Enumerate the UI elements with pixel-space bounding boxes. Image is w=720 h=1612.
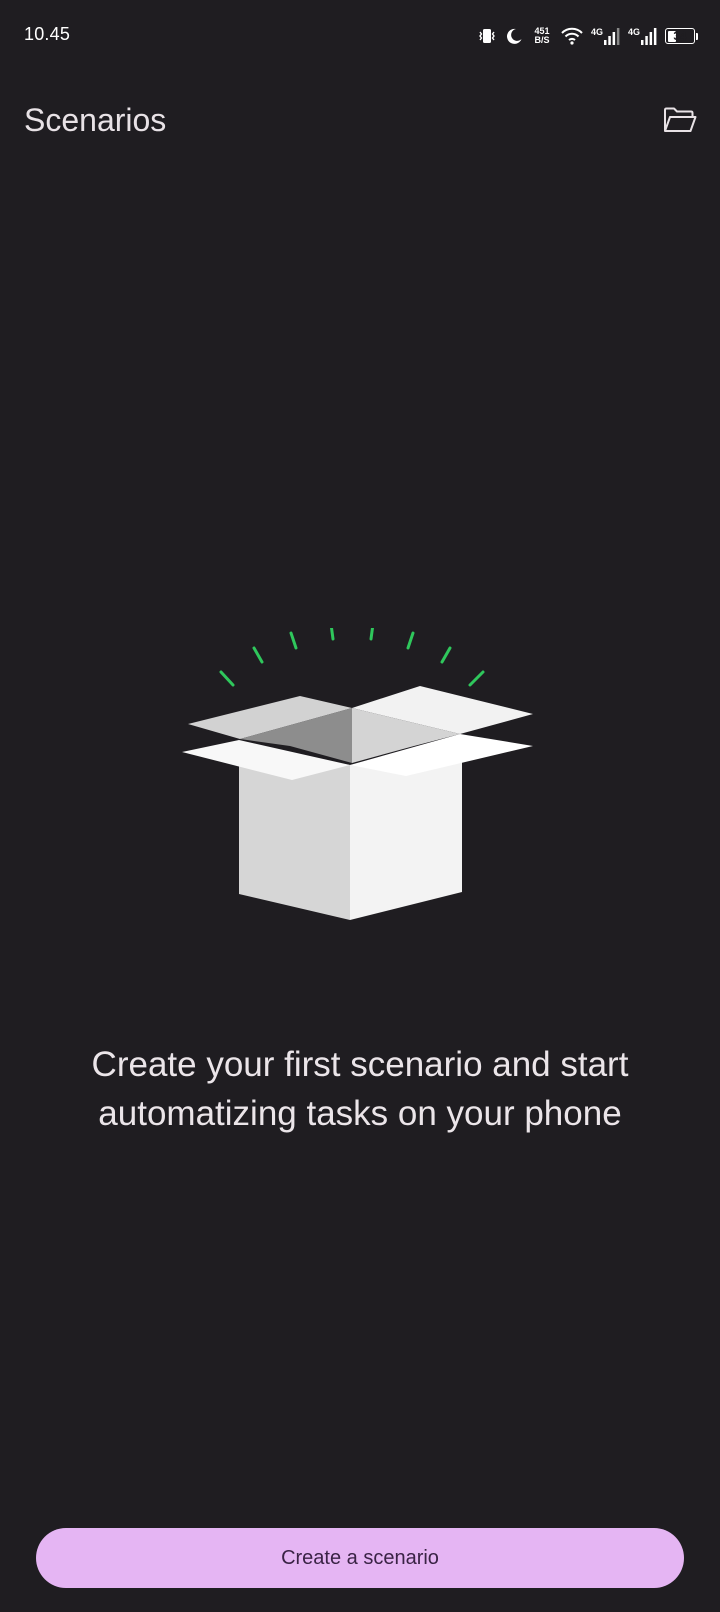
battery-icon: 34 — [665, 28, 698, 44]
sim2-signal: 4G — [628, 27, 657, 45]
folder-open-icon — [663, 106, 697, 139]
page-title: Scenarios — [24, 102, 167, 138]
open-folder-button[interactable] — [656, 98, 704, 146]
top-app-bar: Scenarios — [0, 86, 720, 158]
sparkle-rays — [219, 622, 485, 687]
sim1-signal: 4G — [591, 27, 620, 45]
empty-state-message: Create your first scenario and start aut… — [91, 1045, 629, 1133]
battery-body: 34 — [665, 28, 695, 44]
status-time: 10.45 — [24, 24, 71, 44]
net-speed-unit: B/S — [534, 35, 550, 45]
sim2-network-label: 4G — [627, 27, 640, 37]
vibrate-icon — [477, 26, 497, 46]
battery-nub — [696, 32, 698, 40]
moon-icon — [505, 27, 523, 45]
signal-icon — [603, 27, 620, 45]
status-icons: 451 B/S 4G 4G 34 — [477, 22, 698, 50]
signal-icon — [641, 27, 657, 45]
status-bar: 10.45 451 B/S 4G 4G 34 — [0, 0, 720, 72]
screen: 10.45 451 B/S 4G 4G 34 Scenarios Create … — [0, 0, 720, 1612]
wifi-icon — [561, 27, 583, 45]
open-box-illustration — [180, 622, 540, 948]
sim1-network-label: 4G — [590, 27, 603, 37]
battery-percent: 34 — [673, 29, 687, 43]
create-scenario-button[interactable]: Create a scenario — [36, 1528, 684, 1588]
net-speed: 451 B/S — [531, 27, 553, 45]
